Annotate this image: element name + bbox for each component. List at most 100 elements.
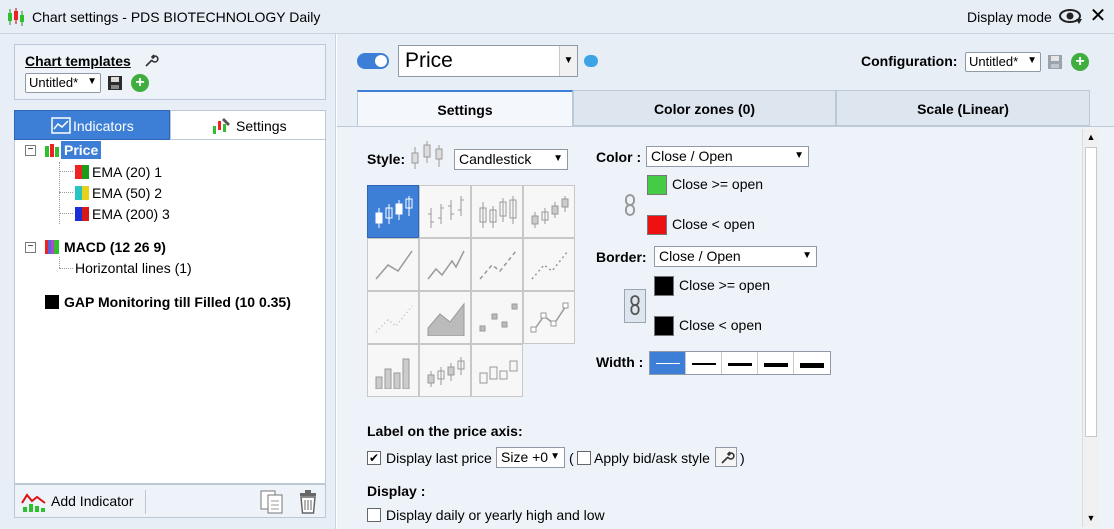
border-mode-select-value: Close / Open: [659, 248, 741, 264]
save-icon[interactable]: [1047, 54, 1063, 70]
settings-icon: [213, 118, 230, 134]
width-3-button[interactable]: [722, 352, 758, 374]
tab-color-zones[interactable]: Color zones (0): [573, 90, 836, 126]
tree-item-price[interactable]: Price: [61, 141, 102, 159]
size-select[interactable]: Size +0 ▼: [496, 447, 565, 468]
price-swatch-icon: [45, 144, 59, 158]
configuration-select-value: Untitled*: [969, 54, 1019, 69]
wrench-icon[interactable]: [143, 53, 159, 69]
title-bar: Chart settings - PDS BIOTECHNOLOGY Daily…: [0, 0, 1114, 34]
chevron-down-icon: ▼: [559, 46, 577, 76]
style-area[interactable]: [419, 291, 471, 344]
chat-icon[interactable]: [584, 55, 598, 67]
border-mode-select[interactable]: Close / Open ▼: [654, 246, 817, 267]
footer-divider: [145, 490, 146, 514]
width-4-button[interactable]: [758, 352, 794, 374]
right-header: Price ▼ Configuration: Untitled* ▼ + Set…: [337, 34, 1114, 126]
tree-item-ema-50[interactable]: EMA (50) 2: [92, 185, 162, 201]
style-preview-icon: [411, 141, 443, 169]
border-up-swatch[interactable]: [654, 276, 674, 296]
indicator-select[interactable]: Price ▼: [398, 45, 578, 77]
collapse-price-icon[interactable]: −: [25, 145, 36, 156]
style-hollow-boxes[interactable]: [471, 344, 523, 397]
tree-item-horizontal-lines[interactable]: Horizontal lines (1): [75, 260, 192, 276]
style-candle-volume[interactable]: [419, 344, 471, 397]
width-5-button[interactable]: [794, 352, 830, 374]
tab-scale[interactable]: Scale (Linear): [836, 90, 1090, 126]
display-last-price-checkbox[interactable]: ✔: [367, 451, 381, 465]
configuration-select[interactable]: Untitled* ▼: [965, 52, 1041, 72]
trash-icon[interactable]: [297, 489, 319, 515]
tree-connector: [59, 257, 60, 268]
ema20-swatch-icon: [75, 165, 89, 179]
color-up-swatch[interactable]: [647, 175, 667, 195]
settings-content: Style: Candlestick ▼ Color: Close / Ope…: [337, 126, 1114, 529]
tree-item-gap-monitoring[interactable]: GAP Monitoring till Filled (10 0.35): [64, 294, 291, 310]
indicator-visible-toggle[interactable]: [357, 53, 389, 69]
price-axis-heading: Label on the price axis:: [367, 423, 523, 439]
display-highlow-checkbox[interactable]: [367, 508, 381, 522]
link-icon[interactable]: [619, 189, 641, 223]
style-dotted-line[interactable]: [523, 238, 575, 291]
link-active-icon[interactable]: [624, 289, 646, 323]
tree-item-ema-20[interactable]: EMA (20) 1: [92, 164, 162, 180]
style-grid: [367, 185, 577, 397]
color-up-label: Close >= open: [672, 176, 764, 192]
collapse-macd-icon[interactable]: −: [25, 242, 36, 253]
chart-templates-title[interactable]: Chart templates: [25, 53, 131, 69]
style-scatter[interactable]: [471, 291, 523, 344]
tab-indicators[interactable]: Indicators: [14, 110, 170, 140]
style-select[interactable]: Candlestick ▼: [454, 149, 568, 170]
vertical-scrollbar[interactable]: ▲ ▼: [1082, 129, 1099, 527]
border-down-label: Close < open: [679, 317, 762, 333]
width-line-3: [728, 363, 752, 366]
style-dashed-line[interactable]: [471, 238, 523, 291]
display-heading: Display :: [367, 483, 426, 499]
chevron-down-icon: ▼: [794, 150, 804, 161]
scroll-down-icon[interactable]: ▼: [1083, 510, 1099, 526]
tree-connector: [59, 213, 73, 214]
add-indicator-button[interactable]: Add Indicator: [51, 493, 134, 509]
close-icon[interactable]: ✕: [1088, 6, 1108, 26]
apply-bidask-checkbox[interactable]: [577, 451, 591, 465]
template-select[interactable]: Untitled* ▼: [25, 73, 101, 93]
wrench-icon: [721, 451, 735, 464]
style-step-line[interactable]: [419, 238, 471, 291]
style-dots[interactable]: [367, 291, 419, 344]
color-mode-select[interactable]: Close / Open ▼: [646, 146, 809, 167]
scroll-up-icon[interactable]: ▲: [1083, 129, 1099, 145]
chevron-down-icon: ▼: [802, 250, 812, 261]
tree-connector: [59, 192, 73, 193]
tree-item-macd[interactable]: MACD (12 26 9): [64, 239, 166, 255]
add-template-icon[interactable]: +: [131, 74, 149, 92]
color-down-swatch[interactable]: [647, 215, 667, 235]
style-heikin-ashi[interactable]: [523, 185, 575, 238]
save-icon[interactable]: [107, 75, 123, 91]
tab-settings-left[interactable]: Settings: [170, 110, 326, 140]
add-configuration-icon[interactable]: +: [1071, 53, 1089, 71]
paren-open: (: [569, 450, 574, 466]
style-ohlc[interactable]: [419, 185, 471, 238]
style-line-markers[interactable]: [523, 291, 575, 344]
indicator-tree: − Price EMA (20) 1 EMA (50) 2 EMA (200) …: [14, 140, 326, 484]
style-line[interactable]: [367, 238, 419, 291]
display-mode-label[interactable]: Display mode: [967, 9, 1052, 25]
width-1-button[interactable]: [650, 352, 686, 374]
width-2-button[interactable]: [686, 352, 722, 374]
add-indicator-icon[interactable]: [21, 489, 47, 513]
scroll-thumb[interactable]: [1085, 147, 1097, 437]
eye-icon[interactable]: [1058, 5, 1084, 29]
tab-indicators-label: Indicators: [73, 118, 134, 134]
bidask-settings-button[interactable]: [715, 447, 737, 467]
left-footer: Add Indicator: [14, 484, 326, 518]
border-down-swatch[interactable]: [654, 316, 674, 336]
width-label: Width :: [596, 354, 644, 370]
style-candlestick[interactable]: [367, 185, 419, 238]
style-histogram[interactable]: [367, 344, 419, 397]
tree-item-price-label: Price: [61, 141, 102, 159]
style-hollow-candles[interactable]: [471, 185, 523, 238]
copy-icon[interactable]: [259, 489, 287, 515]
tree-item-ema-200[interactable]: EMA (200) 3: [92, 206, 170, 222]
tab-settings[interactable]: Settings: [357, 90, 573, 126]
left-tabs: Indicators Settings: [14, 110, 326, 140]
